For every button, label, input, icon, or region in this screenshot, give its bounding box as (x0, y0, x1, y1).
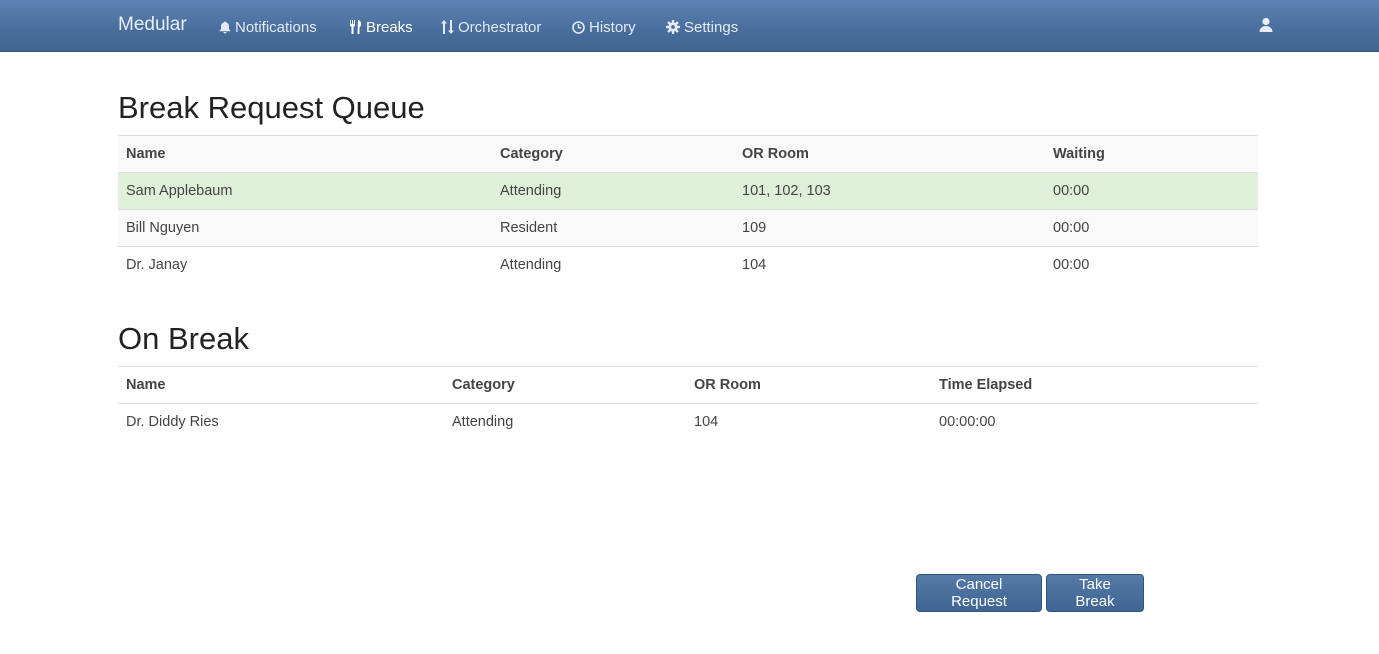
queue-cell-waiting: 00:00 (1045, 246, 1258, 284)
queue-cell-name: Bill Nguyen (118, 209, 492, 247)
nav-breaks-label: Breaks (366, 18, 413, 36)
queue-cell-room: 109 (734, 209, 1045, 247)
queue-cell-room: 101, 102, 103 (742, 183, 831, 199)
column-header-or-room: OR Room (686, 366, 931, 404)
top-navbar: Medular Notifications Breaks Orchestrato… (0, 0, 1379, 52)
nav-notifications-label: Notifications (235, 18, 317, 36)
on-break-title: On Break (118, 321, 249, 356)
queue-cell-category: Resident (492, 209, 734, 247)
cutlery-icon (349, 20, 362, 34)
on-break-table: Name Category OR Room Time Elapsed Dr. D… (118, 366, 1258, 441)
queue-cell-category: Attending (492, 246, 734, 284)
nav-notifications[interactable]: Notifications (219, 17, 317, 37)
user-icon[interactable] (1258, 17, 1274, 33)
column-header-waiting: Waiting (1045, 135, 1258, 173)
nav-settings[interactable]: Settings (666, 17, 738, 37)
queue-cell-category: Attending (500, 183, 562, 199)
column-header-time-elapsed: Time Elapsed (931, 366, 1258, 404)
queue-row[interactable]: Bill Nguyen Resident 109 00:00 (118, 209, 1258, 247)
nav-orchestrator-label: Orchestrator (458, 18, 542, 36)
column-header-name: Name (118, 366, 444, 404)
column-header-name: Name (118, 135, 492, 173)
break-request-queue-table: Name Category OR Room Waiting Sam Appleb… (118, 135, 1258, 284)
column-header-category: Category (444, 366, 686, 404)
column-header-or-room: OR Room (734, 135, 1045, 173)
sort-arrows-icon (441, 20, 454, 34)
brand-logo[interactable]: Medular (118, 14, 187, 36)
clock-icon (572, 20, 585, 34)
cancel-request-button[interactable]: Cancel Request (916, 574, 1042, 612)
on-break-cell-category: Attending (452, 414, 514, 431)
on-break-cell-name: Dr. Diddy Ries (126, 414, 219, 431)
take-break-button[interactable]: Take Break (1046, 574, 1144, 612)
queue-cell-name: Dr. Janay (118, 246, 492, 284)
queue-cell-waiting: 00:00 (1053, 183, 1090, 199)
queue-header-row: Name Category OR Room Waiting (118, 135, 1258, 173)
on-break-cell-room: 104 (694, 414, 719, 431)
nav-orchestrator[interactable]: Orchestrator (441, 17, 541, 37)
queue-title: Break Request Queue (118, 90, 425, 125)
on-break-header-row: Name Category OR Room Time Elapsed (118, 366, 1258, 404)
queue-cell-name: Sam Applebaum (126, 183, 233, 199)
nav-history[interactable]: History (572, 17, 636, 37)
bell-icon (219, 21, 231, 34)
column-header-category: Category (492, 135, 734, 173)
queue-cell-waiting: 00:00 (1045, 209, 1258, 247)
nav-settings-label: Settings (684, 18, 739, 36)
queue-row-selected[interactable]: Sam Applebaum Attending 101, 102, 103 00… (118, 172, 1258, 210)
gear-icon (666, 20, 680, 34)
nav-history-label: History (589, 18, 636, 36)
queue-row[interactable]: Dr. Janay Attending 104 00:00 (118, 246, 1258, 284)
nav-breaks[interactable]: Breaks (349, 17, 413, 37)
on-break-row[interactable]: Dr. Diddy Ries Attending 104 00:00:00 (118, 404, 1258, 441)
queue-cell-room: 104 (734, 246, 1045, 284)
on-break-cell-elapsed: 00:00:00 (939, 414, 996, 431)
